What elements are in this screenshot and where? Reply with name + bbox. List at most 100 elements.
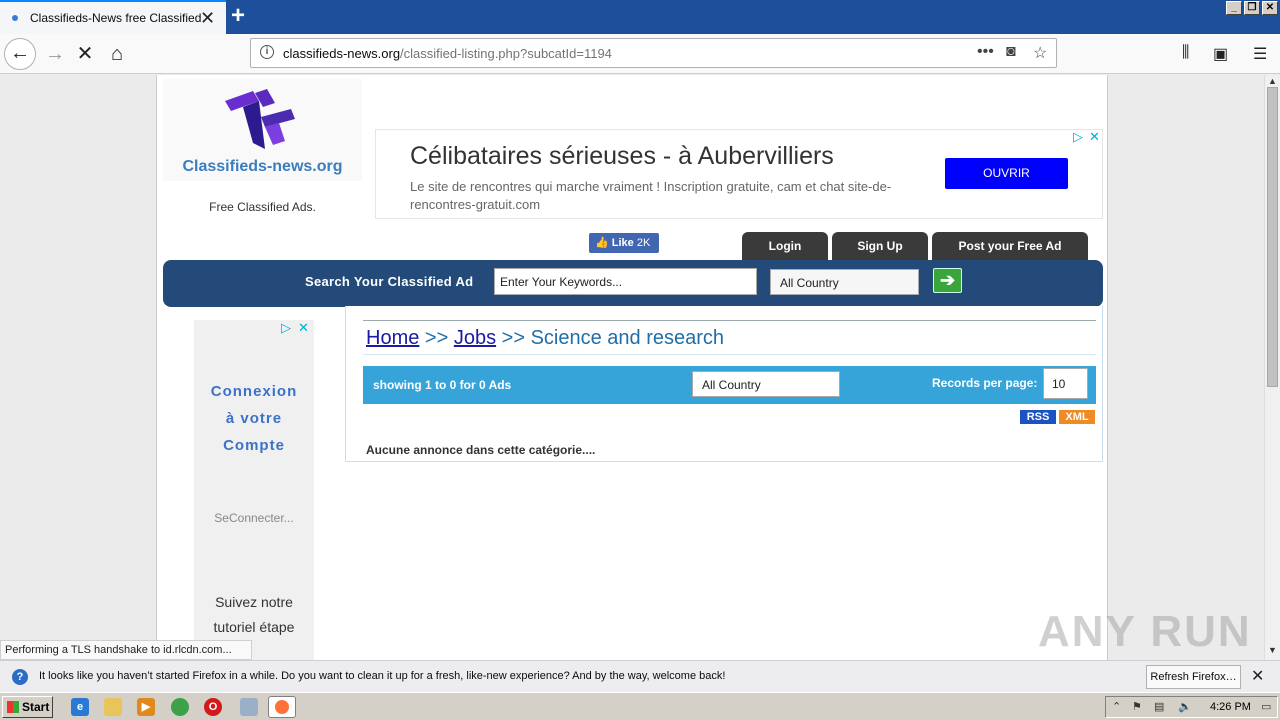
search-input[interactable]: Enter Your Keywords... — [494, 268, 757, 295]
notification-close-icon[interactable]: ✕ — [1251, 666, 1264, 686]
side-ad-title[interactable]: Connexion à votre Compte — [206, 378, 302, 459]
ad-open-button[interactable]: OUVRIR — [945, 158, 1068, 189]
pocket-icon[interactable]: ◙ — [1006, 43, 1016, 61]
back-button[interactable]: ← — [4, 38, 36, 70]
url-text[interactable]: classifieds-news.org/classified-listing.… — [283, 46, 612, 61]
vertical-scrollbar[interactable]: ▲ ▼ — [1264, 75, 1280, 660]
post-ad-tab[interactable]: Post your Free Ad — [932, 232, 1088, 261]
site-logo[interactable]: Classifieds-news.org — [163, 79, 362, 181]
network-icon[interactable]: ▤ — [1154, 700, 1164, 713]
system-tray: ⌃ ⚑ ▤ 🔈 4:26 PM ▭ — [1105, 696, 1278, 718]
search-bar: Search Your Classified Ad Enter Your Key… — [163, 260, 1103, 307]
tray-expand-icon[interactable]: ⌃ — [1112, 700, 1121, 713]
minimize-icon[interactable]: _ — [1226, 1, 1242, 15]
folder-icon[interactable] — [104, 698, 122, 716]
windows-logo-icon — [7, 701, 19, 713]
window-controls: _ ❐ ✕ — [1226, 1, 1278, 15]
breadcrumb-home[interactable]: Home — [366, 327, 419, 349]
tab-strip: Classifieds-News free Classified ✕ + _ ❐… — [0, 0, 1280, 34]
breadcrumb-separator: >> — [424, 327, 449, 349]
close-window-icon[interactable]: ✕ — [1262, 1, 1278, 15]
search-country-select[interactable]: All Country — [770, 269, 919, 295]
signup-tab[interactable]: Sign Up — [832, 232, 928, 261]
breadcrumb: Home >> Jobs >> Science and research — [366, 327, 724, 350]
arrow-right-icon: ➔ — [939, 270, 956, 290]
flag-icon[interactable]: ⚑ — [1132, 700, 1142, 713]
site-info-icon[interactable]: i — [260, 45, 274, 59]
adchoices-icon[interactable]: ▷ — [1073, 129, 1083, 145]
ad-headline[interactable]: Célibataires sérieuses - à Aubervilliers — [410, 142, 834, 171]
ad-banner[interactable]: Célibataires sérieuses - à Aubervilliers… — [375, 129, 1103, 219]
question-icon: ? — [12, 669, 28, 685]
forward-button[interactable]: → — [40, 39, 70, 69]
watermark: ANY RUN — [1038, 607, 1252, 656]
scroll-up-icon[interactable]: ▲ — [1268, 76, 1277, 86]
chrome-icon[interactable] — [171, 698, 189, 716]
stop-button[interactable]: ✕ — [70, 39, 100, 69]
tab-title: Classifieds-News free Classified — [30, 11, 202, 25]
url-domain: classifieds-news.org — [283, 46, 401, 61]
ad-close-icon[interactable]: ✕ — [1089, 129, 1100, 145]
page-viewport: Classifieds-news.org Free Classified Ads… — [0, 75, 1264, 660]
scroll-down-icon[interactable]: ▼ — [1268, 645, 1277, 655]
address-bar[interactable]: i classifieds-news.org/classified-listin… — [250, 38, 1057, 68]
refresh-firefox-button[interactable]: Refresh Firefox… — [1146, 665, 1241, 689]
active-tab[interactable]: Classifieds-News free Classified ✕ — [0, 0, 226, 34]
firefox-icon — [275, 700, 289, 714]
divider — [363, 354, 1096, 355]
library-icon[interactable]: ⫼ — [1182, 44, 1189, 62]
bookmark-star-icon[interactable]: ☆ — [1033, 43, 1047, 63]
fb-like-count: 2K — [636, 237, 651, 249]
opera-icon[interactable]: O — [204, 698, 222, 716]
rss-button[interactable]: RSS — [1020, 410, 1056, 424]
close-tab-icon[interactable]: ✕ — [200, 8, 215, 29]
breadcrumb-jobs[interactable]: Jobs — [454, 327, 496, 349]
home-button[interactable]: ⌂ — [102, 39, 132, 69]
side-ad-body[interactable]: Suivez notre tutoriel étape — [200, 590, 308, 640]
sidebar-icon[interactable]: ▣ — [1213, 44, 1228, 64]
scroll-thumb[interactable] — [1267, 87, 1278, 387]
side-adchoices-icon[interactable]: ▷ — [281, 320, 291, 336]
ie-icon[interactable]: e — [71, 698, 89, 716]
side-ad[interactable]: ▷ ✕ Connexion à votre Compte SeConnecter… — [194, 320, 314, 660]
divider — [363, 320, 1096, 321]
logo-cross-icon — [225, 89, 295, 149]
page-container: Classifieds-news.org Free Classified Ads… — [156, 75, 1108, 660]
results-count: showing 1 to 0 for 0 Ads — [373, 378, 512, 392]
new-tab-button[interactable]: + — [231, 2, 245, 30]
search-go-button[interactable]: ➔ — [933, 268, 962, 293]
restore-icon[interactable]: ❐ — [1244, 1, 1260, 15]
menu-icon[interactable]: ☰ — [1253, 44, 1267, 64]
records-per-page-label: Records per page: — [932, 376, 1038, 390]
logo-text: Classifieds-news.org — [182, 158, 343, 175]
listing-country-select[interactable]: All Country — [692, 371, 840, 397]
fb-like-label: Like — [611, 237, 634, 249]
listing-panel: Home >> Jobs >> Science and research sho… — [345, 306, 1103, 462]
start-button[interactable]: Start — [2, 696, 53, 718]
ad-description[interactable]: Le site de rencontres qui marche vraimen… — [410, 178, 920, 214]
media-player-icon[interactable]: ▶ — [137, 698, 155, 716]
login-tab[interactable]: Login — [742, 232, 828, 261]
search-label: Search Your Classified Ad — [305, 274, 474, 289]
app-icon[interactable] — [240, 698, 258, 716]
page-actions-icon[interactable]: ••• — [977, 43, 994, 61]
facebook-like-button[interactable]: 👍 Like 2K — [589, 233, 659, 253]
notification-bar: ? It looks like you haven’t started Fire… — [0, 660, 1280, 692]
navigation-toolbar: ← → ✕ ⌂ i classifieds-news.org/classifie… — [0, 34, 1280, 74]
firefox-task-button[interactable] — [268, 696, 296, 718]
breadcrumb-current: Science and research — [530, 327, 725, 349]
records-per-page-input[interactable]: 10 — [1043, 368, 1088, 399]
start-label: Start — [22, 700, 50, 714]
empty-message: Aucune annonce dans cette catégorie.... — [366, 443, 596, 457]
xml-button[interactable]: XML — [1059, 410, 1095, 424]
taskbar: Start e ▶ O ⌃ ⚑ ▤ 🔈 4:26 PM ▭ — [0, 692, 1280, 720]
side-ad-close-icon[interactable]: ✕ — [298, 320, 309, 336]
volume-icon[interactable]: 🔈 — [1178, 700, 1192, 713]
listing-toolbar: showing 1 to 0 for 0 Ads All Country Rec… — [363, 366, 1096, 404]
show-desktop-icon[interactable]: ▭ — [1261, 700, 1271, 713]
url-path: /classified-listing.php?subcatId=1194 — [400, 46, 612, 61]
notification-message: It looks like you haven’t started Firefo… — [39, 670, 726, 682]
side-ad-link[interactable]: SeConnecter... — [194, 511, 314, 525]
status-text: Performing a TLS handshake to id.rlcdn.c… — [0, 640, 252, 660]
thumbs-up-icon: 👍 — [595, 237, 609, 249]
